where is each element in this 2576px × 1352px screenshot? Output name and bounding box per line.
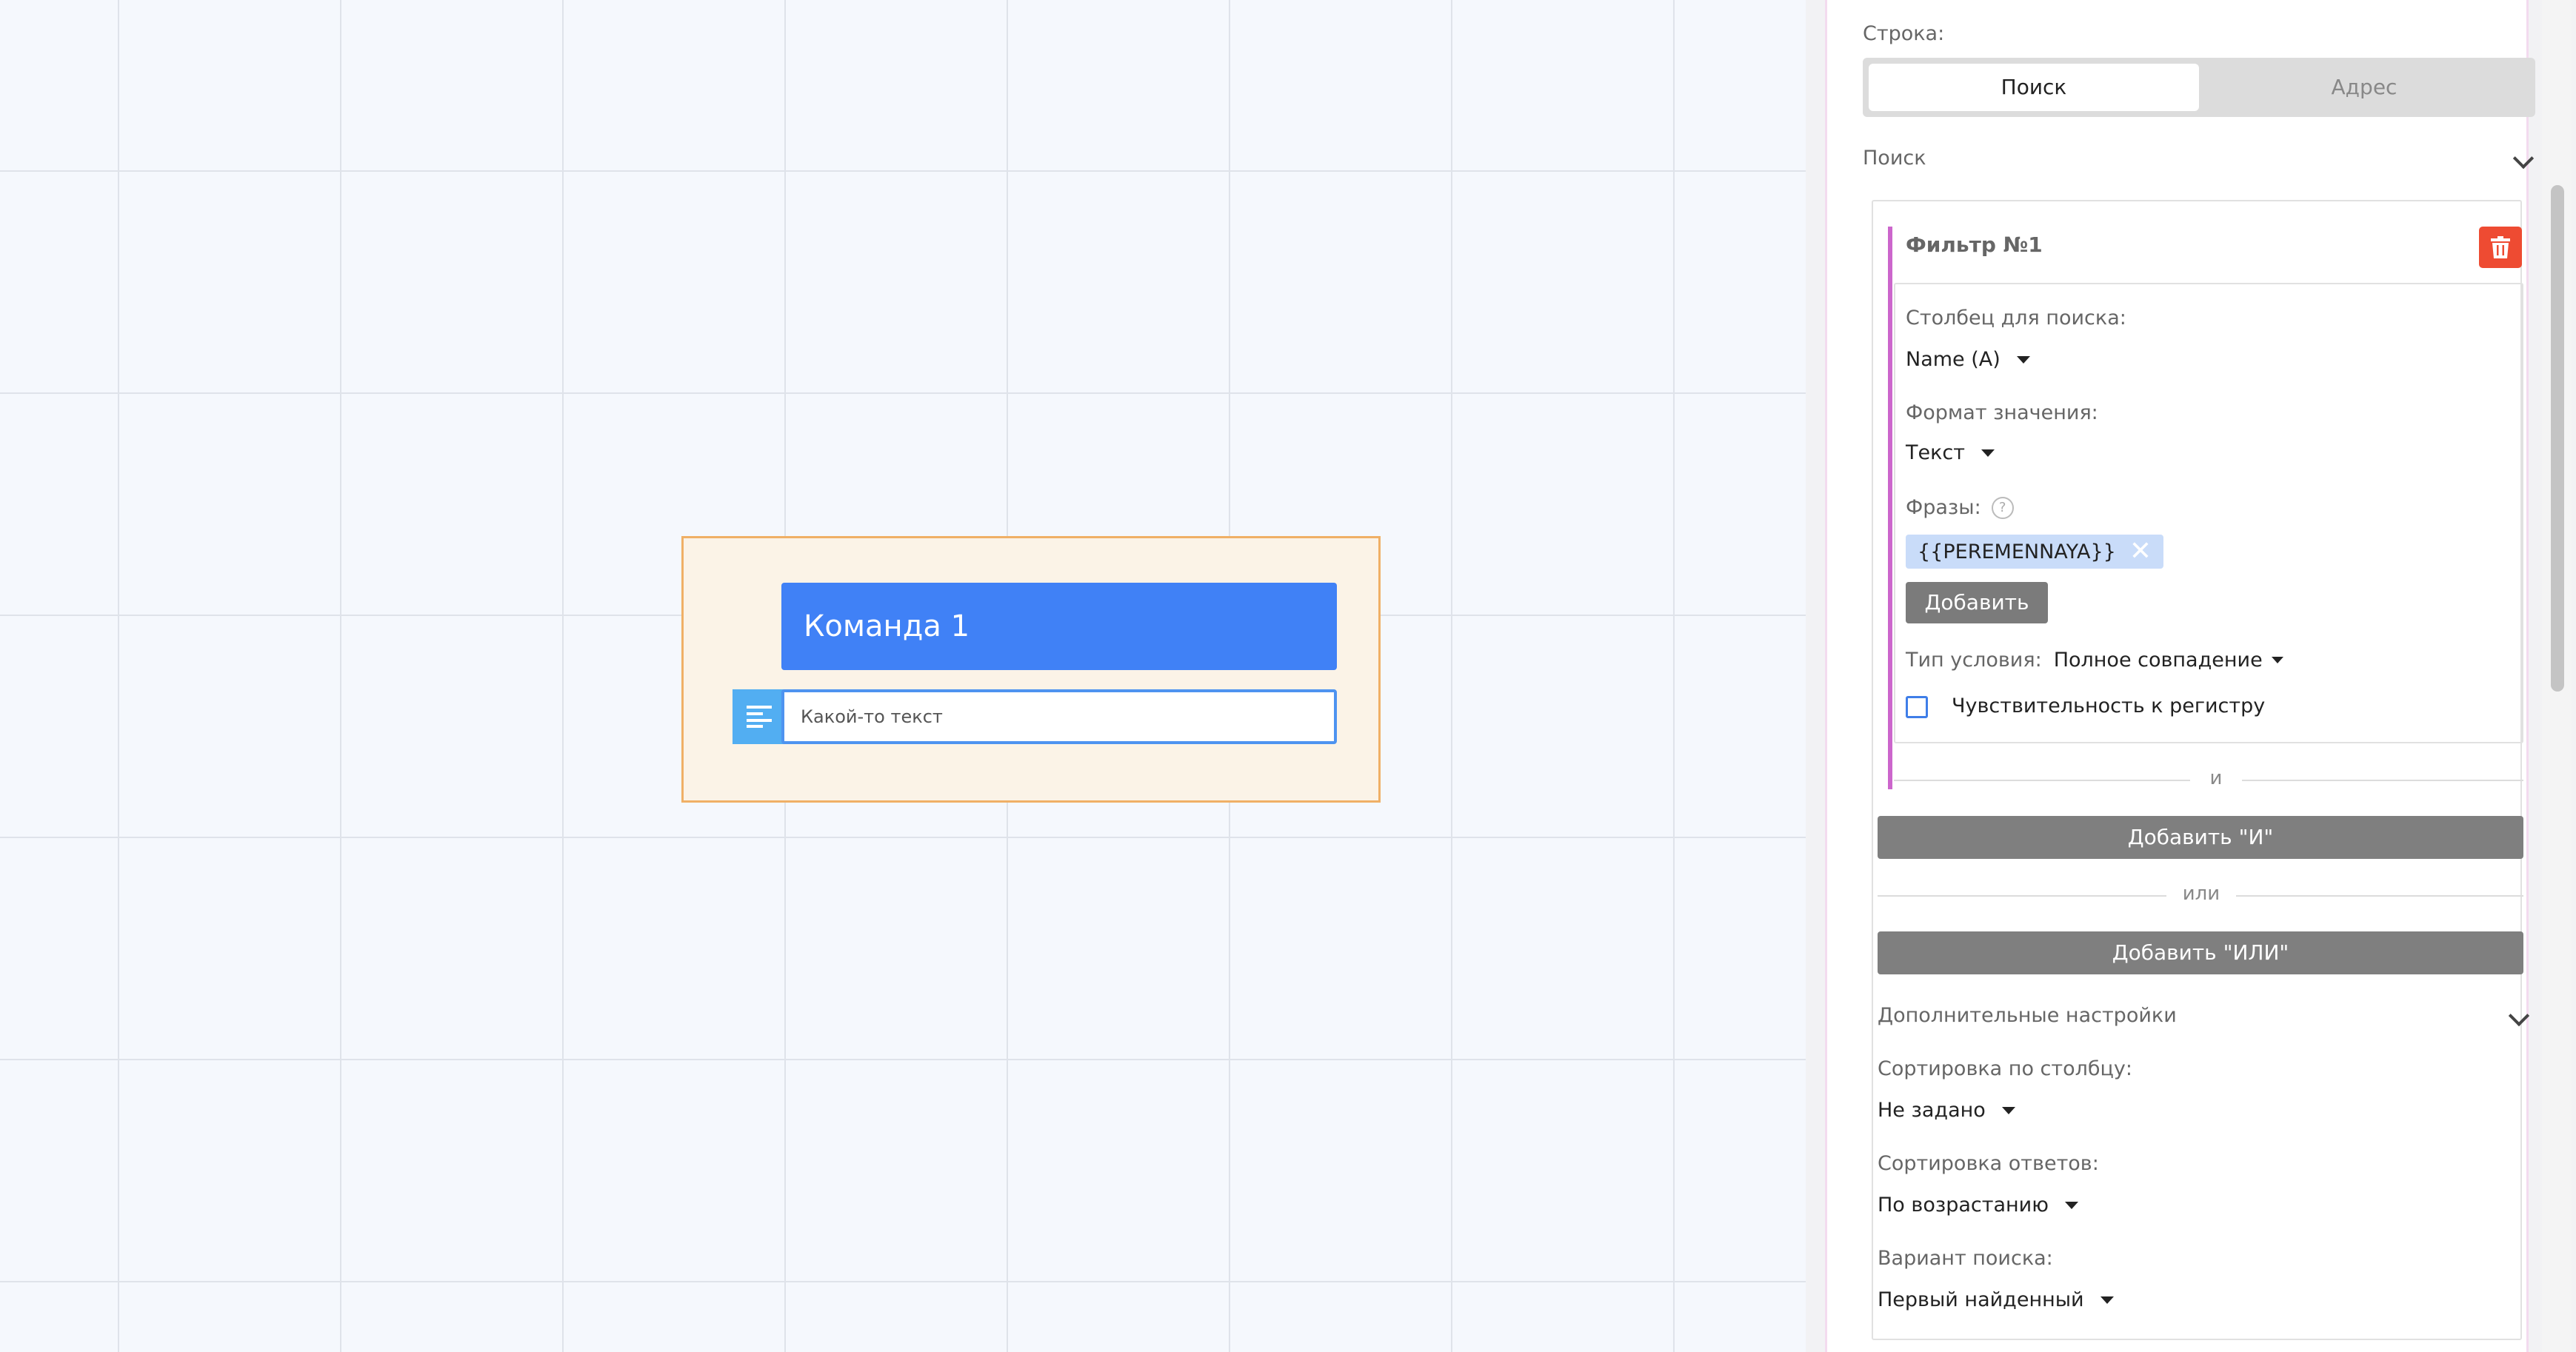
caret-down-icon xyxy=(1981,449,1995,457)
column-select-value: Name (A) xyxy=(1906,348,2001,371)
search-variant-value: Первый найденный xyxy=(1878,1288,2084,1311)
command-node[interactable]: Команда 1 Какой-то текст xyxy=(681,536,1381,803)
node-title[interactable]: Команда 1 xyxy=(781,583,1337,670)
case-sensitive-label[interactable]: Чувствительность к регистру xyxy=(1952,695,2265,717)
caret-down-icon xyxy=(2271,657,2283,663)
format-select-value: Текст xyxy=(1906,441,1965,464)
filter-accent-bar xyxy=(1888,227,1892,789)
sort-answers-select[interactable]: По возрастанию xyxy=(1878,1194,2078,1217)
sort-answers-value: По возрастанию xyxy=(1878,1194,2049,1217)
phrase-tag: {{PEREMENNAYA}} ✕ xyxy=(1906,535,2164,569)
add-and-button[interactable]: Добавить "И" xyxy=(1878,816,2523,859)
text-block-icon[interactable] xyxy=(733,689,786,744)
row-type-switch: Поиск Адрес xyxy=(1863,58,2535,117)
format-select[interactable]: Текст xyxy=(1906,441,1995,464)
condition-select-value: Полное совпадение xyxy=(2053,649,2263,672)
row-label: Строка: xyxy=(1863,22,1945,45)
tab-search[interactable]: Поиск xyxy=(1869,64,2199,111)
or-separator: или xyxy=(2182,883,2220,905)
condition-row: Тип условия: Полное совпадение xyxy=(1906,649,2283,672)
flow-canvas[interactable]: Команда 1 Какой-то текст xyxy=(0,0,1806,1352)
divider xyxy=(1894,780,2190,781)
sort-column-label: Сортировка по столбцу: xyxy=(1878,1057,2132,1080)
settings-panel: Строка: Поиск Адрес Поиск Фильтр №1 Стол… xyxy=(1806,0,2576,1352)
case-sensitive-checkbox[interactable] xyxy=(1906,696,1928,718)
help-icon[interactable]: ? xyxy=(1991,496,2014,519)
caret-down-icon xyxy=(2100,1296,2114,1304)
caret-down-icon xyxy=(2016,355,2030,364)
condition-select[interactable]: Полное совпадение xyxy=(2054,649,2283,672)
search-variant-select[interactable]: Первый найденный xyxy=(1878,1288,2114,1311)
extra-settings-header[interactable]: Дополнительные настройки xyxy=(1878,1004,2177,1027)
phrase-tag-text: {{PEREMENNAYA}} xyxy=(1918,540,2116,563)
sort-column-value: Не задано xyxy=(1878,1099,1986,1122)
chevron-down-icon[interactable] xyxy=(2512,147,2535,170)
node-text-block[interactable]: Какой-то текст xyxy=(781,689,1337,744)
format-label: Формат значения: xyxy=(1906,401,2098,424)
close-icon[interactable]: ✕ xyxy=(2129,538,2152,565)
divider xyxy=(2236,895,2523,897)
caret-down-icon xyxy=(2001,1106,2015,1114)
and-separator: и xyxy=(2209,767,2223,789)
caret-down-icon xyxy=(2064,1201,2078,1209)
tab-address[interactable]: Адрес xyxy=(2199,64,2529,111)
divider xyxy=(2242,780,2523,781)
column-label: Столбец для поиска: xyxy=(1906,307,2126,329)
trash-icon xyxy=(2491,236,2510,258)
column-select[interactable]: Name (A) xyxy=(1906,348,2030,371)
sort-answers-label: Сортировка ответов: xyxy=(1878,1152,2099,1175)
search-section-header[interactable]: Поиск xyxy=(1863,147,1926,170)
search-variant-label: Вариант поиска: xyxy=(1878,1247,2053,1270)
scrollbar-thumb[interactable] xyxy=(2551,185,2564,692)
sort-column-select[interactable]: Не задано xyxy=(1878,1099,2015,1122)
add-or-button[interactable]: Добавить "ИЛИ" xyxy=(1878,931,2523,974)
delete-filter-button[interactable] xyxy=(2479,227,2522,268)
phrases-label-row: Фразы: ? xyxy=(1906,496,2014,519)
condition-label: Тип условия: xyxy=(1906,649,2042,672)
filter-title: Фильтр №1 xyxy=(1906,232,2043,257)
add-phrase-button[interactable]: Добавить xyxy=(1906,582,2048,623)
panel-content: Строка: Поиск Адрес Поиск Фильтр №1 Стол… xyxy=(1825,0,2535,1352)
divider xyxy=(1878,895,2166,897)
phrases-label: Фразы: xyxy=(1906,496,1981,519)
